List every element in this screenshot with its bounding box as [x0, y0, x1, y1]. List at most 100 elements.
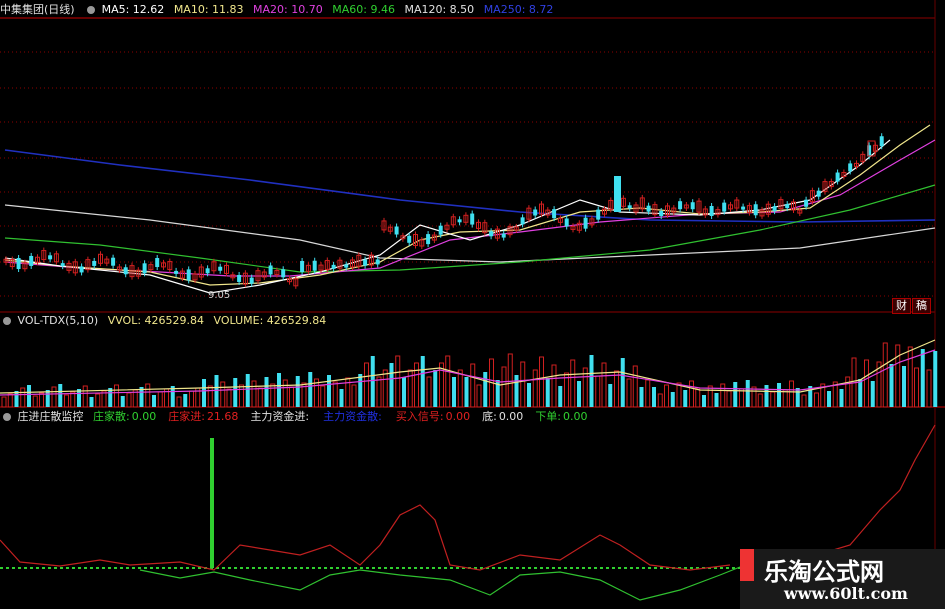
- volume-bar-down: [308, 372, 313, 407]
- monitor-item-label: 主力资金进:: [250, 410, 310, 423]
- volume-bar-up: [864, 359, 869, 408]
- volume-bar-down: [545, 378, 550, 407]
- volume-bar-down: [233, 378, 238, 407]
- candle-down: [300, 260, 305, 272]
- candle-down: [848, 163, 853, 172]
- volume-bar-down: [152, 395, 156, 407]
- candle-down: [375, 259, 380, 265]
- volume-bar-down: [483, 372, 488, 407]
- volume-bar-up: [126, 392, 132, 408]
- monitor-item-value: 0.00: [563, 410, 588, 423]
- volume-bar-down: [14, 391, 19, 407]
- volume-bar-up: [782, 389, 788, 408]
- candle-down: [394, 226, 399, 235]
- candle-down: [186, 269, 191, 281]
- volume-bar-up: [601, 362, 607, 408]
- monitor-item-label: 底:: [482, 410, 497, 423]
- volume-bar-down: [339, 389, 344, 407]
- monitor-item-label: 买入信号:: [395, 410, 444, 423]
- volume-bar-up: [376, 376, 382, 408]
- volume-bar-down: [277, 373, 281, 407]
- watermark-logo: 乐淘公式网 www.60lt.com: [740, 549, 945, 609]
- green-flow-line: [139, 564, 746, 601]
- candle-down: [678, 201, 683, 210]
- volume-bar-up: [914, 367, 919, 408]
- candle-down: [583, 217, 588, 229]
- volume-bar-down: [714, 393, 719, 407]
- volume-bar-down: [214, 375, 219, 407]
- chart-canvas[interactable]: [0, 0, 945, 609]
- volume-bar-up: [632, 365, 638, 408]
- volume-bar-up: [70, 391, 76, 408]
- monitor-item-value: 0.00: [131, 410, 157, 423]
- watermark-url: www.60lt.com: [784, 584, 908, 603]
- volume-bar-up: [289, 386, 294, 408]
- volume-bar-down: [27, 385, 31, 407]
- monitor-item-4: 买入信号: 0.00: [396, 410, 476, 423]
- volume-bar-up: [445, 355, 451, 408]
- candle-down: [627, 205, 632, 209]
- monitor-item-value: 21.68: [206, 410, 239, 423]
- candle-down: [772, 206, 777, 212]
- candle-down: [489, 231, 494, 237]
- draft-tag[interactable]: 稿: [912, 298, 931, 314]
- candle-down: [268, 265, 273, 275]
- price-header: 中集集团(日线) MA5: 12.62 MA10: 11.83 MA20: 10…: [0, 2, 559, 18]
- candle-down: [646, 205, 651, 212]
- volume-bar-up: [207, 385, 213, 408]
- watermark-title: 乐淘公式网: [764, 557, 884, 586]
- volume-bar-up: [539, 356, 544, 408]
- candle-tall: [614, 176, 621, 212]
- ma250-label: MA250: 8.72: [483, 3, 554, 16]
- monitor-settings-icon[interactable]: [3, 413, 11, 421]
- volume-bar-down: [433, 370, 438, 407]
- candle-down: [344, 264, 349, 268]
- logo-red-bar: [740, 549, 754, 581]
- candle-down: [690, 202, 695, 210]
- volume-bar-up: [257, 387, 263, 408]
- candle-down: [520, 217, 525, 225]
- monitor-item-3: 主力资金散:: [323, 410, 390, 423]
- volume-bar-down: [764, 385, 769, 407]
- volume-bar-up: [32, 395, 38, 408]
- volume-bar-up: [520, 361, 526, 408]
- volume-bar-up: [676, 382, 682, 408]
- volume-bar-up: [239, 384, 244, 408]
- red-flow-line: [0, 504, 731, 571]
- volume-bar-down: [683, 390, 688, 407]
- candle-down: [29, 255, 34, 266]
- volume-bar-down: [452, 377, 456, 407]
- candle-down: [363, 259, 368, 266]
- volume-indicator: VOL-TDX(5,10): [17, 314, 99, 327]
- candle-down: [16, 258, 21, 270]
- candle-down: [533, 209, 538, 216]
- volume-bar-up: [39, 392, 44, 408]
- volume-bar-down: [702, 395, 706, 407]
- volume-bar-down: [402, 377, 406, 407]
- rising-red-line: [744, 424, 936, 566]
- monitor-item-label: 庄家进:: [168, 410, 205, 423]
- settings-dot-icon[interactable]: [87, 6, 96, 14]
- volume-bar-up: [20, 387, 26, 408]
- volume-bar-up: [689, 380, 694, 408]
- volume-bar-up: [707, 385, 713, 408]
- volume-bar-up: [895, 344, 901, 408]
- volume-bar-up: [7, 393, 13, 408]
- candle-down: [816, 190, 821, 197]
- volume-bar-down: [420, 356, 425, 407]
- volume-bar-down: [577, 381, 581, 407]
- volume-bar-up: [476, 384, 482, 408]
- volume-bar-up: [757, 393, 763, 408]
- volume-bar-up: [176, 396, 182, 408]
- candle-down: [564, 218, 569, 227]
- monitor-item-0: 庄家散: 0.00: [93, 410, 162, 423]
- candle-down: [407, 235, 412, 243]
- volume-bar-up: [626, 378, 632, 408]
- finance-tag[interactable]: 财: [892, 298, 911, 314]
- volume-bar-down: [120, 396, 125, 407]
- stock-chart-window: 中集集团(日线) MA5: 12.62 MA10: 11.83 MA20: 10…: [0, 0, 945, 609]
- monitor-item-5: 底: 0.00: [482, 410, 529, 423]
- volume-bar-down: [920, 349, 925, 407]
- candle-down: [218, 266, 223, 271]
- volume-settings-icon[interactable]: [3, 317, 11, 325]
